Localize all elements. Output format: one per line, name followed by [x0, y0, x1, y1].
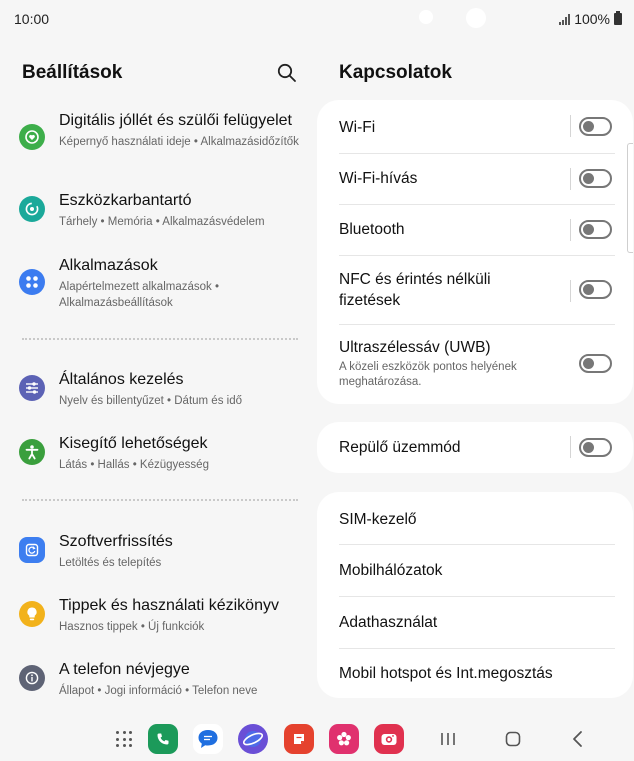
settings-item-subtitle: Alapértelmezett alkalmazások • Alkalmazá… [59, 281, 219, 309]
row-wifi-calling[interactable]: Wi-Fi-hívás [317, 154, 633, 204]
status-time: 10:00 [14, 11, 50, 27]
row-subtitle: A közeli eszközök pontos helyének meghat… [339, 361, 517, 388]
settings-item-title: Általános kezelés [59, 371, 184, 388]
row-divider [570, 115, 571, 137]
row-label: Repülő üzemmód [339, 439, 461, 456]
gallery-icon[interactable] [329, 724, 359, 754]
row-divider [570, 280, 571, 302]
row-divider [570, 436, 571, 458]
back-icon[interactable] [567, 728, 589, 750]
row-label: Wi-Fi-hívás [339, 170, 418, 187]
settings-item-subtitle: Állapot • Jogi információ • Telefon neve [59, 685, 258, 697]
settings-item-subtitle: Nyelv és billentyűzet • Dátum és idő [59, 395, 242, 407]
row-divider [570, 219, 571, 241]
row-wifi[interactable]: Wi-Fi [317, 100, 633, 152]
connections-pane: Kapcsolatok Wi-Fi Wi-Fi-hívás Bluetooth … [317, 36, 634, 716]
bulb-icon [19, 601, 45, 627]
sliders-icon [19, 375, 45, 401]
settings-item-subtitle: Látás • Hallás • Kézügyesség [59, 459, 209, 471]
home-icon[interactable] [502, 728, 524, 750]
settings-item-title: Digitális jóllét és szülői felügyelet [59, 112, 292, 129]
settings-item-title: Alkalmazások [59, 257, 158, 274]
row-label: NFC és érintés nélküli fizetések [339, 271, 491, 309]
heart-icon [19, 124, 45, 150]
apps-icon [19, 269, 45, 295]
device-care-icon [19, 196, 45, 222]
settings-item-accessibility[interactable]: Kisegítő lehetőségek Látás • Hallás • Ké… [0, 427, 316, 477]
wifi-toggle[interactable] [579, 117, 612, 136]
settings-list-pane: Beállítások Digitális jóllét és szülői f… [0, 36, 316, 716]
settings-item-tips[interactable]: Tippek és használati kézikönyv Hasznos t… [0, 589, 316, 639]
info-icon [19, 665, 45, 691]
camera-cutout-icon [466, 8, 486, 28]
settings-item-software-update[interactable]: Szoftverfrissítés Letöltés és telepítés [0, 525, 316, 575]
settings-item-device-care[interactable]: Eszközkarbantartó Tárhely • Memória • Al… [0, 184, 316, 234]
settings-item-subtitle: Hasznos tippek • Új funkciók [59, 621, 205, 633]
row-label: Mobilhálózatok [339, 562, 443, 579]
row-bluetooth[interactable]: Bluetooth [317, 205, 633, 255]
camera-icon[interactable] [374, 724, 404, 754]
phone-icon[interactable] [148, 724, 178, 754]
pane-title: Kapcsolatok [339, 62, 452, 83]
status-bar: 10:00 100% [0, 0, 634, 36]
page-title: Beállítások [22, 62, 123, 83]
row-label: SIM-kezelő [339, 511, 417, 528]
camera-cutout-icon [419, 10, 433, 24]
row-airplane-mode[interactable]: Repülő üzemmód [317, 422, 633, 473]
settings-item-digital-wellbeing[interactable]: Digitális jóllét és szülői felügyelet Ké… [0, 104, 316, 170]
settings-item-title: Szoftverfrissítés [59, 533, 173, 550]
connections-card: Wi-Fi Wi-Fi-hívás Bluetooth NFC és érint… [317, 100, 633, 404]
row-label: Wi-Fi [339, 119, 376, 136]
nfc-toggle[interactable] [579, 280, 612, 299]
row-divider [570, 168, 571, 190]
row-label: Bluetooth [339, 221, 405, 238]
row-label: Ultraszélessáv (UWB) [339, 339, 491, 356]
signal-icon [559, 13, 571, 25]
settings-item-apps[interactable]: Alkalmazások Alapértelmezett alkalmazáso… [0, 249, 316, 315]
apps-drawer-icon[interactable] [116, 731, 132, 747]
row-mobile-networks[interactable]: Mobilhálózatok [317, 545, 633, 596]
row-uwb[interactable]: Ultraszélessáv (UWB) A közeli eszközök p… [317, 325, 633, 404]
battery-percent: 100% [574, 11, 610, 27]
accessibility-icon [19, 439, 45, 465]
search-button[interactable] [276, 62, 298, 84]
settings-item-title: A telefon névjegye [59, 661, 190, 678]
status-indicators: 100% [559, 11, 622, 27]
settings-item-title: Eszközkarbantartó [59, 192, 192, 209]
settings-item-about-phone[interactable]: A telefon névjegye Állapot • Jogi inform… [0, 653, 316, 703]
settings-item-title: Kisegítő lehetőségek [59, 435, 208, 452]
settings-item-subtitle: Letöltés és telepítés [59, 557, 162, 569]
row-hotspot[interactable]: Mobil hotspot és Int.megosztás [317, 649, 633, 698]
row-label: Adathasználat [339, 614, 438, 631]
scrollbar[interactable] [627, 143, 633, 253]
row-label: Mobil hotspot és Int.megosztás [339, 665, 553, 682]
row-data-usage[interactable]: Adathasználat [317, 597, 633, 648]
network-card: SIM-kezelő Mobilhálózatok Adathasználat … [317, 492, 633, 698]
row-sim-manager[interactable]: SIM-kezelő [317, 492, 633, 544]
settings-item-general-management[interactable]: Általános kezelés Nyelv és billentyűzet … [0, 363, 316, 413]
battery-icon [614, 11, 622, 25]
settings-item-subtitle: Tárhely • Memória • Alkalmazásvédelem [59, 216, 265, 228]
row-nfc[interactable]: NFC és érintés nélküli fizetések [317, 256, 633, 324]
messages-icon[interactable] [193, 724, 223, 754]
section-divider [22, 338, 298, 340]
wifi-calling-toggle[interactable] [579, 169, 612, 188]
recents-icon[interactable] [437, 728, 459, 750]
settings-item-subtitle: Képernyő használati ideje • Alkalmazásid… [59, 136, 299, 148]
section-divider [22, 499, 298, 501]
settings-item-title: Tippek és használati kézikönyv [59, 597, 279, 614]
taskbar [0, 716, 634, 761]
search-icon [277, 63, 296, 82]
airplane-mode-toggle[interactable] [579, 438, 612, 457]
airplane-card: Repülő üzemmód [317, 422, 633, 473]
internet-icon[interactable] [238, 724, 268, 754]
update-icon [19, 537, 45, 563]
notes-icon[interactable] [284, 724, 314, 754]
bluetooth-toggle[interactable] [579, 220, 612, 239]
uwb-toggle[interactable] [579, 354, 612, 373]
